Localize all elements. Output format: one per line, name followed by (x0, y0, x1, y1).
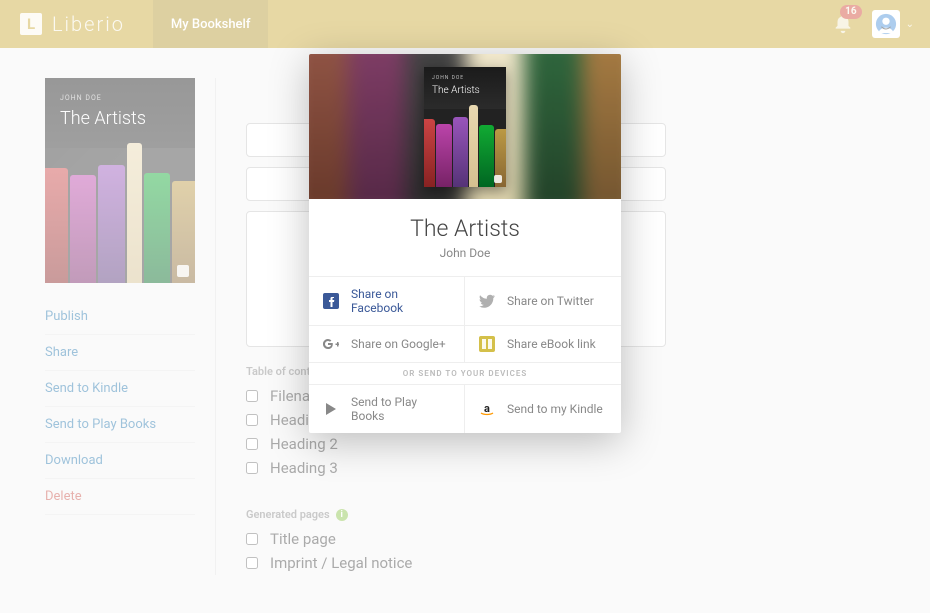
modal-subtitle: John Doe (329, 246, 601, 260)
facebook-icon (323, 293, 339, 309)
modal-head: The Artists John Doe (309, 199, 621, 276)
divider-text: OR SEND TO YOUR DEVICES (309, 363, 621, 385)
share-modal: JOHN DOE The Artists The Artists John Do… (309, 54, 621, 433)
svg-text:a: a (484, 402, 490, 415)
share-grid: Share on Facebook Share on Twitter Share… (309, 276, 621, 385)
send-kindle-button[interactable]: a Send to my Kindle (465, 385, 621, 433)
send-grid: Send to Play Books a Send to my Kindle (309, 385, 621, 433)
modal-overlay[interactable]: JOHN DOE The Artists The Artists John Do… (0, 0, 930, 613)
modal-book-cover: JOHN DOE The Artists (424, 67, 506, 187)
send-playbooks-button[interactable]: Send to Play Books (309, 385, 465, 433)
modal-hero: JOHN DOE The Artists (309, 54, 621, 199)
playbooks-icon (323, 401, 339, 417)
twitter-icon (479, 293, 495, 309)
share-ebook-link-button[interactable]: Share eBook link (465, 326, 621, 363)
share-googleplus-button[interactable]: Share on Google+ (309, 326, 465, 363)
share-facebook-button[interactable]: Share on Facebook (309, 277, 465, 326)
amazon-icon: a (479, 401, 495, 417)
ebook-link-icon (479, 336, 495, 352)
googleplus-icon (323, 336, 339, 352)
share-twitter-button[interactable]: Share on Twitter (465, 277, 621, 326)
modal-title: The Artists (329, 215, 601, 242)
